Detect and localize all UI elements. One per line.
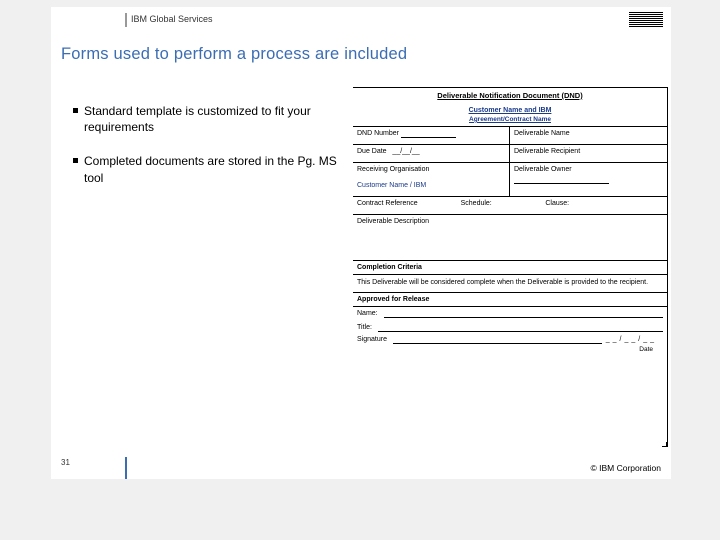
contract-ref-label: Contract Reference <box>357 200 418 207</box>
footer-divider <box>125 457 127 479</box>
form-subtitle: Customer Name and IBM <box>353 102 667 116</box>
deliverable-owner-label: Deliverable Owner <box>514 166 572 173</box>
header-brand: IBM Global Services <box>131 14 213 24</box>
form-preview: Deliverable Notification Document (DND) … <box>353 87 668 447</box>
form-row: Due Date __/__/__ Deliverable Recipient <box>353 144 667 162</box>
title-row: Title: <box>353 321 667 335</box>
form-row: DND Number Deliverable Name <box>353 126 667 144</box>
dnd-number-label: DND Number <box>357 130 399 137</box>
list-item: Standard template is customized to fit y… <box>73 103 353 135</box>
receiving-org-label: Receiving Organisation <box>357 165 505 174</box>
form-row: Receiving Organisation Customer Name / I… <box>353 162 667 195</box>
header: IBM Global Services <box>51 7 671 31</box>
signature-label: Signature <box>357 335 387 344</box>
clause-label: Clause: <box>545 200 569 207</box>
blank-line <box>384 309 663 318</box>
list-item: Completed documents are stored in the Pg… <box>73 153 353 185</box>
approved-head: Approved for Release <box>353 292 667 307</box>
completion-criteria-head: Completion Criteria <box>353 260 667 275</box>
receiving-org-value: Customer Name / IBM <box>357 181 505 190</box>
header-divider <box>125 13 127 27</box>
deliverable-desc-label: Deliverable Description <box>353 214 667 230</box>
date-placeholder: __/__/__ <box>606 335 657 344</box>
bullet-icon <box>73 158 78 163</box>
slide: IBM Global Services Forms used to perfor… <box>51 7 671 479</box>
blank-line <box>401 130 456 138</box>
form-title: Deliverable Notification Document (DND) <box>353 88 667 102</box>
blank-line <box>378 323 663 332</box>
blank-area <box>353 230 667 260</box>
bullet-icon <box>73 108 78 113</box>
name-row: Name: <box>353 307 667 321</box>
blank-line <box>393 335 602 344</box>
copyright: © IBM Corporation <box>590 463 661 473</box>
bullet-text: Standard template is customized to fit y… <box>84 103 353 135</box>
bullet-text: Completed documents are stored in the Pg… <box>84 153 353 185</box>
name-label: Name: <box>357 309 378 318</box>
deliverable-name-label: Deliverable Name <box>514 130 570 137</box>
completion-criteria-text: This Deliverable will be considered comp… <box>353 275 667 292</box>
form-agreement: Agreement/Contract Name <box>353 116 667 126</box>
ibm-logo-icon <box>629 12 663 26</box>
bullet-list: Standard template is customized to fit y… <box>73 103 353 204</box>
blank-line <box>514 176 609 184</box>
due-date-label: Due Date <box>357 148 387 155</box>
page-title: Forms used to perform a process are incl… <box>61 45 407 64</box>
schedule-label: Schedule: <box>461 200 492 207</box>
signature-row: Signature __/__/__ <box>353 335 667 346</box>
date-label: Date <box>353 346 667 354</box>
form-row: Contract Reference Schedule: Clause: <box>353 196 667 214</box>
deliverable-recipient-label: Deliverable Recipient <box>514 148 580 155</box>
title-label: Title: <box>357 323 372 332</box>
date-placeholder: __/__/__ <box>392 148 419 155</box>
page-number: 31 <box>61 458 70 467</box>
corner-mark-icon <box>662 442 667 447</box>
